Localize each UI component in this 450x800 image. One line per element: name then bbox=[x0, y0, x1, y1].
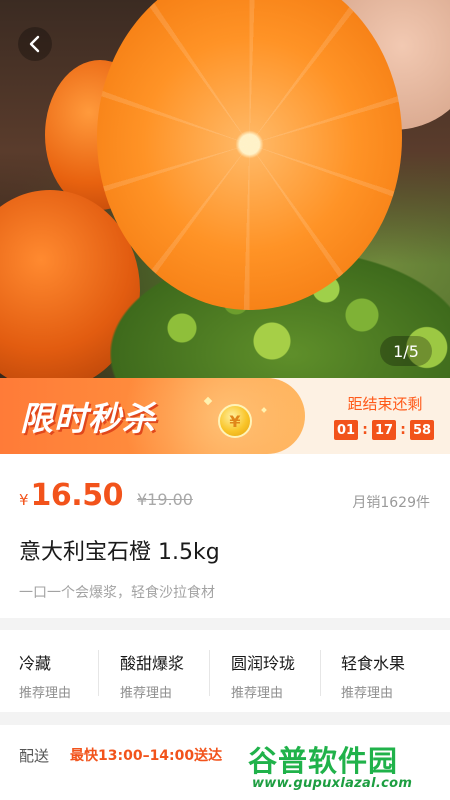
back-button[interactable] bbox=[18, 27, 52, 61]
feature-title: 酸甜爆浆 bbox=[120, 654, 185, 673]
feature-title: 圆润玲珑 bbox=[231, 654, 296, 673]
countdown-separator: : bbox=[362, 422, 368, 438]
current-price: 16.50 bbox=[30, 478, 124, 513]
feature-subtitle: 推荐理由 bbox=[120, 686, 173, 701]
watermark-brand-a: 谷普 bbox=[248, 744, 309, 778]
flash-sale-bar: 限时秒杀 ¥ 距结束还剩 01 : 17 : 58 bbox=[0, 378, 450, 454]
feature-subtitle: 推荐理由 bbox=[341, 686, 394, 701]
coin-icon: ¥ bbox=[218, 404, 252, 438]
divider bbox=[320, 650, 321, 696]
feature-item: 酸甜爆浆 推荐理由 bbox=[98, 630, 209, 712]
currency-symbol: ¥ bbox=[19, 491, 29, 509]
feature-tags: 冷藏 推荐理由 酸甜爆浆 推荐理由 圆润玲珑 推荐理由 轻食水果 推荐理由 bbox=[0, 630, 450, 712]
feature-subtitle: 推荐理由 bbox=[19, 686, 72, 701]
product-subtitle: 一口一个会爆浆，轻食沙拉食材 bbox=[19, 585, 215, 601]
monthly-sales: 月销1629件 bbox=[352, 495, 430, 511]
delivery-time: 最快13:00–14:00送达 bbox=[70, 748, 223, 764]
price-row: ¥ 16.50 ¥19.00 bbox=[19, 478, 193, 513]
product-detail-page: 1/5 限时秒杀 ¥ 距结束还剩 01 : 17 : 58 ¥ 16.50 ¥1… bbox=[0, 0, 450, 800]
countdown-timer: 01 : 17 : 58 bbox=[334, 420, 434, 440]
countdown-label: 距结束还剩 bbox=[347, 395, 423, 413]
divider bbox=[209, 650, 210, 696]
original-price: ¥19.00 bbox=[136, 490, 193, 509]
image-counter: 1/5 bbox=[380, 336, 432, 366]
countdown-separator: : bbox=[400, 422, 406, 438]
countdown-seconds: 58 bbox=[410, 420, 434, 440]
coin-symbol: ¥ bbox=[229, 411, 241, 431]
delivery-label: 配送 bbox=[19, 747, 50, 765]
watermark-logo: 谷普软件园 www.gupuxlazal.com bbox=[248, 728, 448, 798]
flash-sale-title: 限时秒杀 bbox=[20, 399, 156, 438]
product-title: 意大利宝石橙 1.5kg bbox=[19, 540, 220, 565]
countdown-hours: 01 bbox=[334, 420, 358, 440]
product-image-carousel[interactable]: 1/5 bbox=[0, 0, 450, 378]
feature-item: 冷藏 推荐理由 bbox=[0, 630, 98, 712]
feature-subtitle: 推荐理由 bbox=[231, 686, 284, 701]
feature-item: 轻食水果 推荐理由 bbox=[320, 630, 450, 712]
watermark-url: www.gupuxlazal.com bbox=[252, 776, 413, 791]
feature-title: 轻食水果 bbox=[341, 654, 406, 673]
watermark-brand-b: 软件园 bbox=[308, 744, 399, 778]
chevron-left-icon bbox=[29, 35, 40, 53]
flash-sale-banner: 限时秒杀 ¥ bbox=[0, 378, 305, 454]
countdown-minutes: 17 bbox=[372, 420, 396, 440]
watermark-brand: 谷普软件园 bbox=[248, 738, 398, 780]
divider bbox=[98, 650, 99, 696]
product-info-card: ¥ 16.50 ¥19.00 月销1629件 意大利宝石橙 1.5kg 一口一个… bbox=[0, 454, 450, 618]
feature-item: 圆润玲珑 推荐理由 bbox=[209, 630, 320, 712]
feature-title: 冷藏 bbox=[19, 654, 52, 673]
